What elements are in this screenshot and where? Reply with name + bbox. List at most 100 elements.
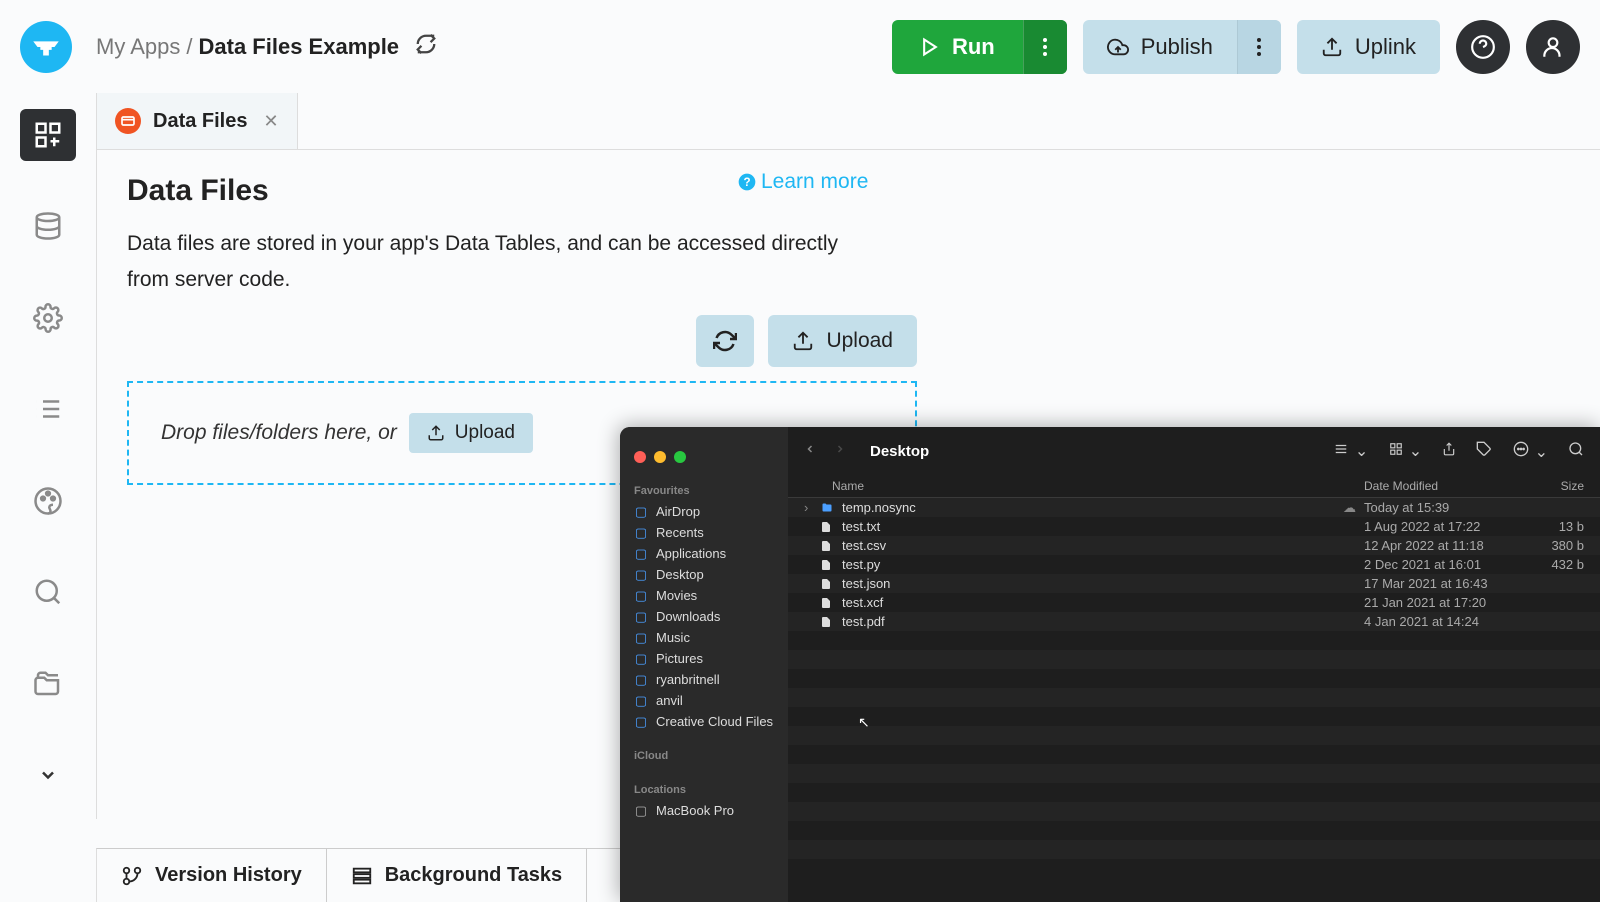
col-name[interactable]: Name [804, 479, 1364, 493]
sync-icon[interactable] [415, 33, 437, 61]
file-row[interactable]: ›temp.nosync☁Today at 15:39 [788, 498, 1600, 517]
help-button[interactable] [1456, 20, 1510, 74]
file-row[interactable]: test.xcf21 Jan 2021 at 17:20 [788, 593, 1600, 612]
sidebar-icon: ▢ [634, 673, 648, 687]
empty-row [788, 688, 1600, 707]
sidebar-icon: ▢ [634, 652, 648, 666]
close-window-button[interactable] [634, 451, 646, 463]
sidebar-item[interactable]: ▢Creative Cloud Files [620, 711, 788, 732]
maximize-window-button[interactable] [674, 451, 686, 463]
breadcrumb-root[interactable]: My Apps [96, 34, 180, 60]
tab-close-button[interactable]: ✕ [263, 111, 278, 132]
version-history-tab[interactable]: Version History [97, 849, 327, 902]
tasks-icon [351, 865, 373, 887]
rail-settings[interactable] [20, 292, 76, 344]
palette-icon [33, 486, 63, 516]
chevron-right-icon [834, 442, 846, 456]
rail-expand[interactable] [20, 750, 76, 802]
uplink-button[interactable]: Uplink [1297, 20, 1440, 74]
tab-label: Data Files [153, 110, 247, 133]
file-icon [820, 502, 836, 514]
sidebar-item[interactable]: ▢anvil [620, 690, 788, 711]
sidebar-icon: ▢ [634, 589, 648, 603]
rail-search[interactable] [20, 567, 76, 619]
sidebar-item[interactable]: ▢Desktop [620, 564, 788, 585]
sidebar-item[interactable]: ▢Movies [620, 585, 788, 606]
minimize-window-button[interactable] [654, 451, 666, 463]
sidebar-icon: ▢ [634, 568, 648, 582]
nav-forward-button[interactable] [834, 442, 846, 461]
background-tasks-tab[interactable]: Background Tasks [327, 849, 587, 902]
dropzone-text: Drop files/folders here, or [161, 421, 397, 445]
sidebar-item[interactable]: ▢ MacBook Pro [620, 800, 788, 821]
action-button[interactable]: ⌄ [1512, 441, 1548, 462]
finder-toolbar: Desktop ⌄ ⌄ ⌄ [788, 427, 1600, 475]
finder-nav [804, 442, 846, 461]
run-menu-button[interactable] [1023, 20, 1067, 74]
refresh-button[interactable] [696, 315, 754, 367]
finder-file-list: ›temp.nosync☁Today at 15:39test.txt1 Aug… [788, 498, 1600, 902]
publish-menu-button[interactable] [1237, 20, 1281, 74]
file-date: 21 Jan 2021 at 17:20 [1364, 595, 1524, 610]
file-row[interactable]: test.py2 Dec 2021 at 16:01432 b [788, 555, 1600, 574]
run-button[interactable]: Run [892, 34, 1023, 60]
sidebar-item[interactable]: ▢Applications [620, 543, 788, 564]
file-row[interactable]: test.csv12 Apr 2022 at 11:18380 b [788, 536, 1600, 555]
sidebar-item[interactable]: ▢Music [620, 627, 788, 648]
list-icon [33, 394, 63, 424]
sidebar-item[interactable]: ▢Downloads [620, 606, 788, 627]
anvil-logo[interactable] [20, 21, 72, 73]
breadcrumb-current: Data Files Example [199, 34, 400, 60]
sidebar-item-label: anvil [656, 693, 683, 708]
header-actions: Run Publish Uplink [892, 20, 1580, 74]
file-date: Today at 15:39 [1364, 500, 1524, 515]
publish-button[interactable]: Publish [1083, 34, 1237, 60]
rail-theme[interactable] [20, 475, 76, 527]
upload-button[interactable]: Upload [768, 315, 917, 367]
finder-window: Favourites ▢AirDrop▢Recents▢Applications… [620, 427, 1600, 902]
learn-more-link[interactable]: ? Learn more [737, 170, 868, 194]
tags-button[interactable] [1476, 441, 1492, 462]
page-description: Data files are stored in your app's Data… [127, 226, 867, 297]
file-row[interactable]: test.json17 Mar 2021 at 16:43 [788, 574, 1600, 593]
empty-row [788, 802, 1600, 821]
search-icon [1568, 441, 1584, 457]
sidebar-item[interactable]: ▢Pictures [620, 648, 788, 669]
nav-back-button[interactable] [804, 442, 816, 461]
rail-data[interactable] [20, 201, 76, 253]
file-name: test.pdf [842, 614, 1364, 629]
col-date[interactable]: Date Modified [1364, 479, 1524, 493]
empty-row [788, 631, 1600, 650]
search-button[interactable] [1568, 441, 1584, 462]
file-name: test.py [842, 557, 1364, 572]
left-rail [0, 93, 96, 819]
tab-data-files[interactable]: Data Files ✕ [97, 93, 298, 149]
sidebar-section-locations: Locations [620, 780, 788, 800]
sidebar-item[interactable]: ▢AirDrop [620, 501, 788, 522]
file-name: test.xcf [842, 595, 1364, 610]
col-size[interactable]: Size [1524, 479, 1584, 493]
rail-list[interactable] [20, 384, 76, 436]
file-row[interactable]: test.pdf4 Jan 2021 at 14:24 [788, 612, 1600, 631]
empty-row [788, 707, 1600, 726]
help-icon [1470, 34, 1496, 60]
share-button[interactable] [1442, 441, 1456, 462]
run-button-group: Run [892, 20, 1067, 74]
file-icon [820, 539, 836, 553]
file-name: test.csv [842, 538, 1364, 553]
account-button[interactable] [1526, 20, 1580, 74]
view-list-button[interactable]: ⌄ [1332, 441, 1368, 461]
sidebar-item-label: MacBook Pro [656, 803, 734, 818]
view-grid-button[interactable]: ⌄ [1388, 441, 1422, 461]
file-size: 432 b [1524, 557, 1584, 572]
rail-files[interactable] [20, 658, 76, 710]
rail-app-browser[interactable] [20, 109, 76, 161]
sidebar-icon: ▢ [634, 715, 648, 729]
sidebar-icon: ▢ [634, 804, 648, 818]
file-row[interactable]: test.txt1 Aug 2022 at 17:2213 b [788, 517, 1600, 536]
sidebar-item[interactable]: ▢Recents [620, 522, 788, 543]
ellipsis-circle-icon [1512, 441, 1530, 457]
kebab-icon [1043, 38, 1047, 56]
sidebar-item[interactable]: ▢ryanbritnell [620, 669, 788, 690]
dropzone-upload-button[interactable]: Upload [409, 413, 533, 453]
